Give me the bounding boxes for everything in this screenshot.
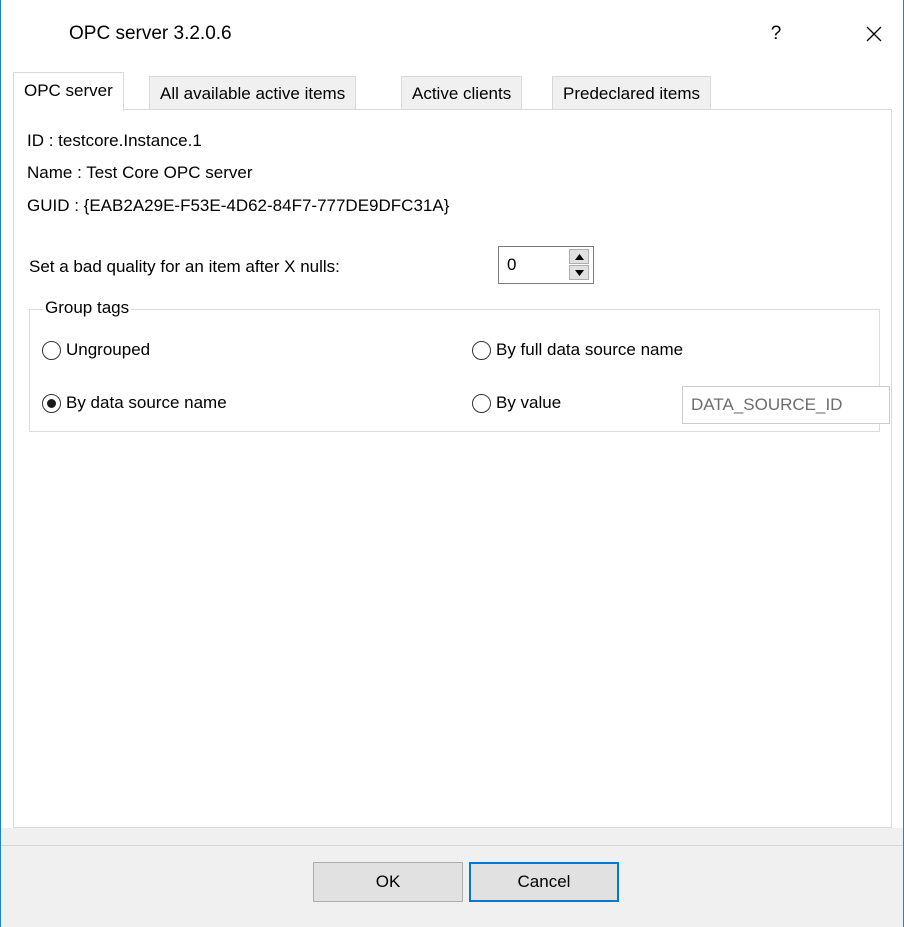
spinner-up-button[interactable] (569, 249, 589, 264)
spinner-buttons (569, 249, 591, 281)
radio-label: By full data source name (496, 340, 684, 359)
group-tags-title: Group tags (43, 298, 132, 318)
radio-by-full-data-source-name[interactable]: By full data source name (472, 340, 683, 360)
ok-button[interactable]: OK (313, 862, 463, 902)
radio-label: Ungrouped (66, 340, 151, 359)
group-by-value-field[interactable]: DATA_SOURCE_ID (682, 386, 890, 424)
radio-circle[interactable] (472, 393, 491, 413)
close-icon (866, 26, 882, 42)
title-bar: OPC server 3.2.0.6 ? (1, 0, 903, 62)
server-id-label: ID : testcore.Instance.1 (27, 131, 202, 150)
server-guid-label: GUID : {EAB2A29E-F53E-4D62-84F7-777DE9DF… (27, 196, 450, 215)
server-name-label: Name : Test Core OPC server (27, 163, 253, 182)
radio-circle[interactable] (472, 340, 491, 360)
group-tags-groupbox: Group tags Ungrouped By full data source… (29, 298, 890, 432)
footer-divider (1, 845, 903, 846)
tab-predeclared-items[interactable]: Predeclared items (552, 76, 712, 110)
arrow-down-icon (575, 270, 584, 276)
close-button[interactable] (849, 12, 899, 56)
radio-circle[interactable] (42, 340, 61, 360)
bad-quality-nulls-label: Set a bad quality for an item after X nu… (29, 257, 340, 276)
spinner-down-button[interactable] (569, 265, 589, 280)
radio-label: By data source name (66, 393, 227, 412)
radio-ungrouped[interactable]: Ungrouped (42, 340, 150, 360)
dialog-window: OPC server 3.2.0.6 ? OPC server All avai… (0, 0, 904, 927)
radio-circle-checked[interactable] (42, 393, 61, 413)
radio-by-data-source-name[interactable]: By data source name (42, 393, 227, 413)
spinner-value[interactable]: 0 (507, 255, 516, 275)
radio-by-value[interactable]: By value (472, 393, 561, 413)
cancel-button[interactable]: Cancel (469, 862, 619, 902)
tab-all-available-active-items[interactable]: All available active items (149, 76, 357, 110)
tab-opc-server[interactable]: OPC server (13, 72, 124, 111)
dialog-footer: OK Cancel (1, 828, 903, 927)
bad-quality-nulls-spinner[interactable]: 0 (498, 246, 594, 284)
tab-active-clients[interactable]: Active clients (401, 76, 523, 110)
window-title: OPC server 3.2.0.6 (69, 23, 232, 44)
radio-label: By value (496, 393, 562, 412)
tab-strip: OPC server All available active items Ac… (13, 72, 893, 111)
tab-panel-opc-server: ID : testcore.Instance.1 Name : Test Cor… (13, 109, 892, 828)
help-button[interactable]: ? (751, 12, 801, 56)
arrow-up-icon (575, 254, 584, 260)
